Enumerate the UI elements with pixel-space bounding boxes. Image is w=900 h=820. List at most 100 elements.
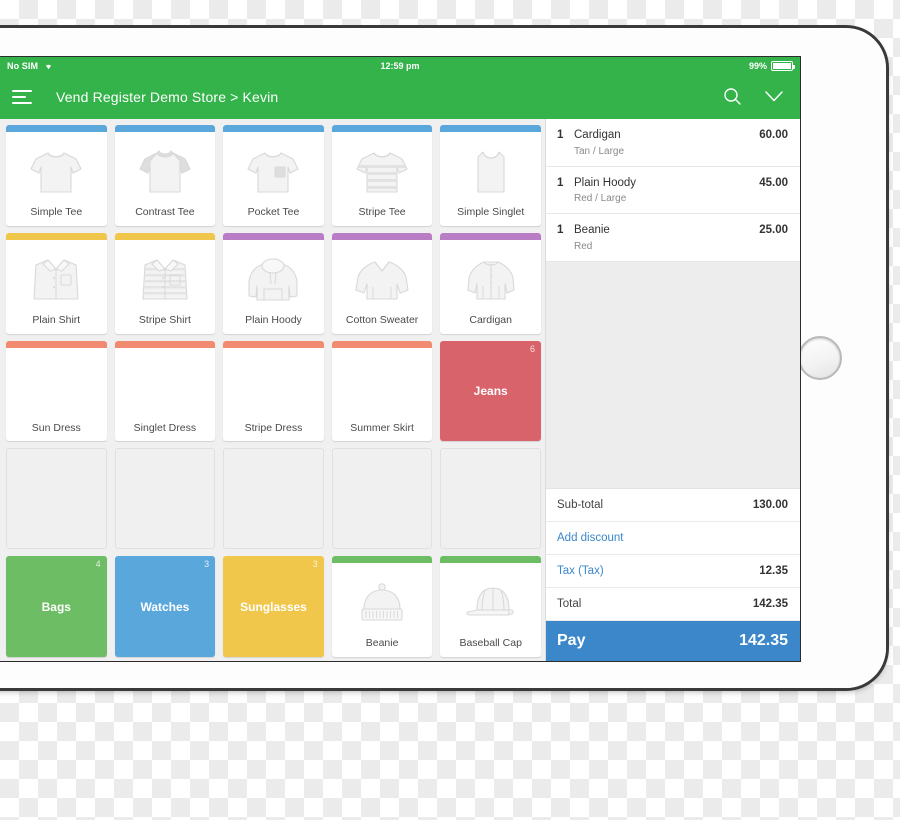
tile-color-bar bbox=[114, 125, 216, 132]
product-tile[interactable]: Sun Dress bbox=[6, 340, 107, 442]
tile-count-badge: 6 bbox=[529, 343, 535, 354]
product-grid: Simple Tee Contrast Tee Pocket Tee Strip… bbox=[0, 119, 545, 661]
product-thumbnail-tee-stripe-icon bbox=[332, 132, 433, 207]
cart-item-quantity: 1 bbox=[557, 224, 564, 237]
product-thumbnail-shirt-icon bbox=[6, 240, 107, 315]
total-row: Total 142.35 bbox=[546, 588, 800, 621]
home-button[interactable] bbox=[798, 336, 842, 380]
tile-color-bar bbox=[440, 125, 541, 132]
ipad-screen: No SIM 12:59 pm 99% Vend Register Demo S… bbox=[0, 57, 800, 661]
product-thumbnail-beanie-icon bbox=[332, 563, 433, 638]
product-thumbnail-none-icon bbox=[6, 348, 107, 423]
cart-line-item[interactable]: 1 Cardigan Tan / Large 60.00 bbox=[546, 119, 800, 167]
tile-label: Jeans bbox=[473, 383, 508, 398]
pay-label: Pay bbox=[557, 632, 586, 649]
cart-item-variant: Tan / Large bbox=[574, 145, 625, 157]
product-tile[interactable]: Pocket Tee bbox=[223, 125, 324, 226]
total-row-amount: 130.00 bbox=[752, 499, 788, 511]
product-tile[interactable]: Baseball Cap bbox=[440, 556, 541, 657]
tile-count-badge: 3 bbox=[312, 559, 318, 570]
status-bar-right: 99% bbox=[749, 60, 795, 71]
totals-section: Sub-total 130.00 Add discount Tax (Tax) 12.3… bbox=[546, 488, 800, 621]
product-tile[interactable]: Stripe Tee bbox=[331, 125, 433, 226]
tile-label: Simple Singlet bbox=[457, 206, 525, 219]
cart-item-list: 1 Cardigan Tan / Large 60.00 1 Plain Hoody Red… bbox=[546, 119, 800, 262]
tile-color-bar bbox=[440, 232, 541, 240]
product-tile[interactable]: Simple Singlet bbox=[440, 125, 541, 226]
tile-color-bar bbox=[331, 232, 433, 240]
chevron-down-icon[interactable] bbox=[764, 90, 784, 103]
cart-line-item[interactable]: 1 Plain Hoody Red / Large 45.00 bbox=[546, 167, 800, 215]
tile-label: Simple Tee bbox=[30, 206, 83, 219]
tile-color-bar bbox=[223, 125, 324, 132]
product-thumbnail-tee-pocket-icon bbox=[223, 132, 324, 207]
pay-button[interactable]: Pay 142.35 bbox=[546, 621, 800, 661]
tile-label: Stripe Dress bbox=[244, 421, 303, 434]
cart-item-name: Plain Hoody bbox=[574, 176, 637, 189]
product-thumbnail-cardigan-icon bbox=[440, 240, 541, 315]
app-header: Vend Register Demo Store > Kevin bbox=[0, 74, 800, 119]
product-tile[interactable]: Stripe Shirt bbox=[114, 232, 216, 334]
product-thumbnail-shirt-stripe-icon bbox=[115, 240, 216, 315]
product-tile[interactable]: Cotton Sweater bbox=[331, 232, 433, 334]
product-tile-empty bbox=[223, 448, 324, 550]
product-tile[interactable]: Singlet Dress bbox=[114, 340, 216, 442]
tile-color-bar bbox=[440, 556, 541, 564]
product-tile[interactable]: Cardigan bbox=[440, 232, 541, 334]
total-row-label: Sub-total bbox=[557, 499, 604, 511]
cart-line-item[interactable]: 1 Beanie Red 25.00 bbox=[546, 214, 800, 262]
cart-item-details: Plain Hoody Red / Large bbox=[574, 176, 759, 205]
total-row-label: Tax (Tax) bbox=[557, 565, 604, 577]
tile-label: Sun Dress bbox=[31, 421, 81, 434]
tile-count-badge: 4 bbox=[95, 559, 101, 570]
pay-amount: 142.35 bbox=[739, 632, 788, 649]
tile-label: Baseball Cap bbox=[459, 637, 522, 650]
cart-item-quantity: 1 bbox=[557, 176, 564, 189]
product-tile[interactable]: Beanie bbox=[331, 556, 433, 657]
tile-label: Contrast Tee bbox=[135, 206, 195, 219]
total-row-label: Add discount bbox=[557, 532, 624, 544]
total-row[interactable]: Tax (Tax) 12.35 bbox=[546, 555, 800, 588]
product-tile[interactable]: Plain Shirt bbox=[6, 232, 107, 334]
tile-label: Cardigan bbox=[469, 314, 512, 327]
tile-label: Sunglasses bbox=[240, 599, 307, 614]
cart-item-variant: Red bbox=[574, 240, 593, 252]
category-tile[interactable]: 4 Bags bbox=[6, 556, 107, 657]
product-tile-empty bbox=[440, 448, 541, 550]
category-tile[interactable]: 6 Jeans bbox=[440, 340, 541, 442]
product-thumbnail-hoody-icon bbox=[223, 240, 324, 315]
product-thumbnail-cap-icon bbox=[440, 563, 541, 638]
cart-item-details: Cardigan Tan / Large bbox=[574, 128, 759, 157]
tile-label: Summer Skirt bbox=[350, 421, 414, 434]
product-thumbnail-none-icon bbox=[115, 348, 216, 423]
total-row-amount: 12.35 bbox=[759, 565, 788, 577]
product-thumbnail-tee-icon bbox=[6, 132, 107, 207]
product-tile[interactable]: Stripe Dress bbox=[223, 340, 324, 442]
category-tile[interactable]: 3 Watches bbox=[114, 556, 216, 657]
cart-item-price: 45.00 bbox=[759, 176, 788, 189]
tile-label: Singlet Dress bbox=[133, 421, 197, 434]
cart-item-details: Beanie Red bbox=[574, 223, 759, 252]
hamburger-menu-icon[interactable] bbox=[12, 89, 34, 104]
category-tile[interactable]: 3 Sunglasses bbox=[223, 556, 324, 657]
tile-count-badge: 3 bbox=[204, 559, 210, 570]
product-tile[interactable]: Summer Skirt bbox=[331, 340, 433, 442]
tile-color-bar bbox=[114, 340, 216, 348]
product-thumbnail-tee-contrast-icon bbox=[115, 132, 216, 207]
cart-item-name: Beanie bbox=[574, 224, 610, 237]
main-content: Simple Tee Contrast Tee Pocket Tee Strip… bbox=[0, 119, 800, 661]
tile-color-bar bbox=[331, 556, 433, 564]
product-tile[interactable]: Contrast Tee bbox=[114, 125, 216, 226]
tile-label: Bags bbox=[41, 599, 71, 614]
product-tile[interactable]: Plain Hoody bbox=[223, 232, 324, 334]
cart-item-price: 25.00 bbox=[759, 224, 788, 237]
total-row[interactable]: Add discount bbox=[546, 522, 800, 555]
product-tile[interactable]: Simple Tee bbox=[6, 125, 107, 226]
header-actions bbox=[723, 87, 784, 106]
total-row-label: Total bbox=[557, 598, 582, 610]
product-tile-empty bbox=[331, 448, 433, 550]
status-time: 12:59 pm bbox=[380, 60, 420, 71]
tile-color-bar bbox=[6, 125, 107, 132]
tile-color-bar bbox=[223, 340, 324, 348]
search-icon[interactable] bbox=[723, 87, 742, 106]
